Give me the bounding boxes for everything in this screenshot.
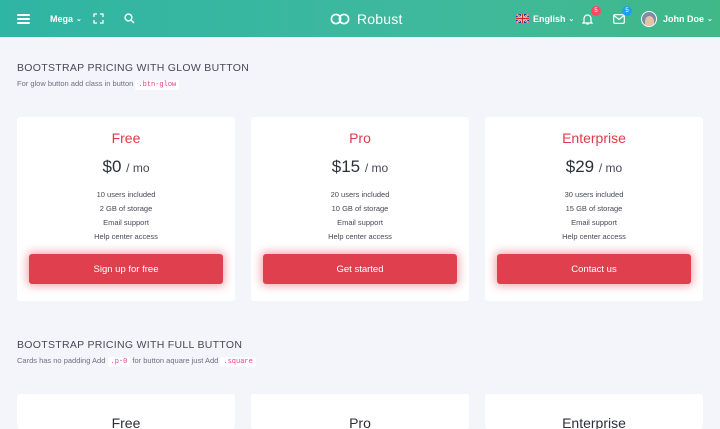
menu-toggle-button[interactable] <box>17 0 31 37</box>
feature-item: Help center access <box>328 232 392 241</box>
glow-subtitle-text: For glow button add class in button <box>17 79 134 88</box>
mega-menu-dropdown[interactable]: Mega ⌄ <box>50 0 82 37</box>
notifications-badge: 5 <box>591 6 601 16</box>
hamburger-icon <box>17 13 30 24</box>
language-dropdown[interactable]: English ⌄ <box>516 0 574 37</box>
plan-name: Enterprise <box>562 130 626 146</box>
brand-name: Robust <box>357 10 403 27</box>
full-pricing-card-enterprise: Enterprise <box>485 394 703 429</box>
user-menu-dropdown[interactable]: John Doe ⌄ <box>641 0 713 37</box>
search-icon <box>124 13 135 24</box>
feature-item: Email support <box>103 218 149 227</box>
feature-list: 20 users included 10 GB of storage Email… <box>251 188 469 244</box>
feature-list: 10 users included 2 GB of storage Email … <box>17 188 235 244</box>
sign-up-button[interactable]: Sign up for free <box>29 254 223 284</box>
full-section-subtitle: Cards has no padding Add .p-0 for button… <box>17 356 256 367</box>
pricing-card-enterprise: Enterprise $29 / mo 30 users included 15… <box>485 117 703 301</box>
feature-item: Help center access <box>94 232 158 241</box>
plan-name: Free <box>111 415 141 429</box>
plan-price: $15 / mo <box>251 157 469 177</box>
plan-name: Pro <box>349 130 371 146</box>
search-button[interactable] <box>124 0 135 37</box>
chevron-down-icon: ⌄ <box>76 15 82 23</box>
glow-class-code: .btn-glow <box>135 80 180 90</box>
glow-section-title: BOOTSTRAP PRICING WITH GLOW BUTTON <box>17 62 250 74</box>
infinity-logo-icon <box>330 13 350 24</box>
feature-list: 30 users included 15 GB of storage Email… <box>485 188 703 244</box>
avatar <box>641 10 657 27</box>
messages-button[interactable]: 5 <box>613 0 632 37</box>
full-subtitle-text-1: Cards has no padding Add <box>17 356 106 365</box>
feature-item: 15 GB of storage <box>565 204 623 213</box>
full-subtitle-text-2: for button aquare just Add <box>132 356 219 365</box>
padding-class-code: .p-0 <box>107 357 131 367</box>
mega-menu-label: Mega <box>50 13 74 24</box>
full-pricing-card-pro: Pro <box>251 394 469 429</box>
feature-item: Help center access <box>562 232 626 241</box>
brand-logo-link[interactable]: Robust <box>330 0 403 37</box>
feature-item: 20 users included <box>330 190 390 199</box>
price-amount: $15 <box>331 157 361 176</box>
top-navbar: Mega ⌄ Robust English ⌄ 5 5 John Doe ⌄ <box>0 0 720 37</box>
plan-price: $0 / mo <box>17 157 235 177</box>
plan-name: Enterprise <box>562 415 626 429</box>
feature-item: 10 users included <box>96 190 156 199</box>
language-label: English <box>533 13 566 24</box>
feature-item: 30 users included <box>564 190 624 199</box>
feature-item: 2 GB of storage <box>99 204 153 213</box>
plan-price: $29 / mo <box>485 157 703 177</box>
full-section-title: BOOTSTRAP PRICING WITH FULL BUTTON <box>17 339 243 351</box>
get-started-button[interactable]: Get started <box>263 254 457 284</box>
plan-name: Free <box>111 130 141 146</box>
messages-badge: 5 <box>622 6 632 16</box>
notifications-button[interactable]: 5 <box>582 0 601 37</box>
fullscreen-button[interactable] <box>93 0 104 37</box>
price-amount: $0 <box>102 157 122 176</box>
expand-icon <box>93 13 104 24</box>
chevron-down-icon: ⌄ <box>568 15 575 23</box>
price-period: / mo <box>598 161 623 175</box>
plan-name: Pro <box>349 415 371 429</box>
square-class-code: .square <box>220 357 256 367</box>
contact-us-button[interactable]: Contact us <box>497 254 691 284</box>
full-pricing-card-free: Free <box>17 394 235 429</box>
feature-item: 10 GB of storage <box>331 204 389 213</box>
pricing-card-pro: Pro $15 / mo 20 users included 10 GB of … <box>251 117 469 301</box>
price-amount: $29 <box>565 157 595 176</box>
pricing-card-free: Free $0 / mo 10 users included 2 GB of s… <box>17 117 235 301</box>
price-period: / mo <box>126 161 150 175</box>
glow-section-subtitle: For glow button add class in button .btn… <box>17 79 180 90</box>
user-name: John Doe <box>663 13 705 24</box>
uk-flag-icon <box>516 14 529 23</box>
price-period: / mo <box>364 161 389 175</box>
feature-item: Email support <box>337 218 383 227</box>
chevron-down-icon: ⌄ <box>707 15 713 23</box>
feature-item: Email support <box>571 218 617 227</box>
